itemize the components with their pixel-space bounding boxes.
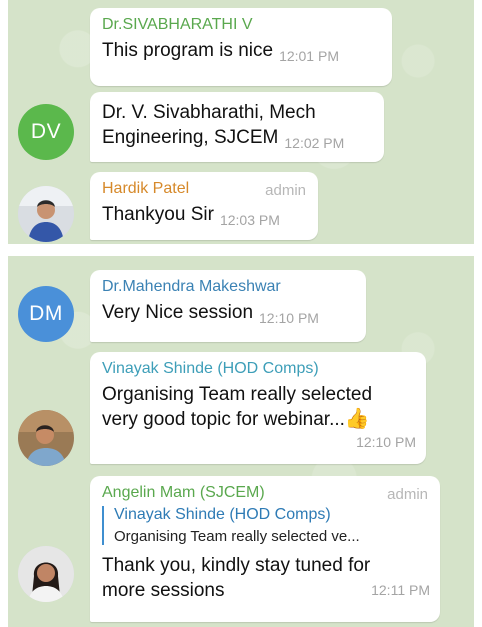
message-text: Dr. V. Sivabharathi, Mech Engineering, S… — [102, 100, 374, 151]
message-time: 12:11 PM — [371, 582, 430, 598]
message-line: Engineering, SJCEM — [102, 127, 279, 148]
message-bubble[interactable]: Dr.Mahendra Makeshwar Very Nice session 1… — [90, 270, 366, 342]
message-body: Thankyou Sir — [102, 204, 214, 225]
sender-name[interactable]: Angelin Mam (SJCEM) — [102, 484, 430, 502]
sender-name[interactable]: Vinayak Shinde (HOD Comps) — [102, 360, 416, 378]
message-time: 12:02 PM — [284, 135, 345, 151]
avatar[interactable]: DM — [18, 286, 74, 342]
avatar[interactable]: DV — [18, 104, 74, 160]
message-bubble[interactable]: Dr.SIVABHARATHI V This program is nice 12… — [90, 8, 392, 86]
message-text: Organising Team really selected very goo… — [102, 382, 416, 432]
chat-panel-bottom: DM Dr.Mahendra Makeshwar Very Nice sessi… — [8, 256, 474, 627]
message-bubble[interactable]: Angelin Mam (SJCEM) admin Vinayak Shinde… — [90, 476, 440, 622]
sender-name[interactable]: Dr.Mahendra Makeshwar — [102, 278, 356, 296]
message-body: This program is nice — [102, 40, 274, 61]
message-time: 12:03 PM — [219, 212, 280, 228]
user-photo-icon — [18, 546, 74, 602]
message-line: Organising Team really selected — [102, 384, 373, 405]
reply-text: Organising Team really selected ve... — [114, 528, 360, 545]
reply-quote[interactable]: Vinayak Shinde (HOD Comps) Organising Te… — [102, 506, 430, 545]
admin-tag: admin — [387, 486, 428, 503]
admin-tag: admin — [265, 182, 306, 199]
message-line: more sessions — [102, 580, 225, 601]
reply-sender: Vinayak Shinde (HOD Comps) — [114, 506, 331, 523]
message-line: very good topic for webinar... — [102, 409, 345, 430]
message-bubble[interactable]: Dr. V. Sivabharathi, Mech Engineering, S… — [90, 92, 384, 162]
avatar[interactable] — [18, 186, 74, 242]
sender-name[interactable]: Dr.SIVABHARATHI V — [102, 16, 382, 34]
avatar[interactable] — [18, 410, 74, 466]
user-photo-icon — [18, 410, 74, 466]
message-time: 12:10 PM — [356, 434, 416, 450]
thumbs-up-icon: 👍 — [344, 408, 370, 430]
message-text: Thank you, kindly stay tuned for more se… — [102, 553, 430, 603]
user-photo-icon — [18, 186, 74, 242]
message-line: Dr. V. Sivabharathi, Mech — [102, 102, 316, 123]
message-text: This program is nice 12:01 PM — [102, 38, 382, 64]
message-time: 12:01 PM — [279, 48, 339, 64]
message-body: Very Nice session — [102, 302, 254, 323]
message-bubble[interactable]: Vinayak Shinde (HOD Comps) Organising Te… — [90, 352, 426, 464]
message-text: Thankyou Sir 12:03 PM — [102, 202, 308, 228]
avatar[interactable] — [18, 546, 74, 602]
message-time: 12:10 PM — [259, 310, 319, 326]
message-line: Thank you, kindly stay tuned for — [102, 555, 371, 576]
avatar-initials: DM — [29, 302, 63, 325]
message-text: Very Nice session 12:10 PM — [102, 300, 356, 326]
avatar-initials: DV — [30, 120, 62, 143]
chat-panel-top: Dr.SIVABHARATHI V This program is nice 12… — [8, 0, 474, 244]
message-bubble[interactable]: Hardik Patel admin Thankyou Sir 12:03 PM — [90, 172, 318, 240]
